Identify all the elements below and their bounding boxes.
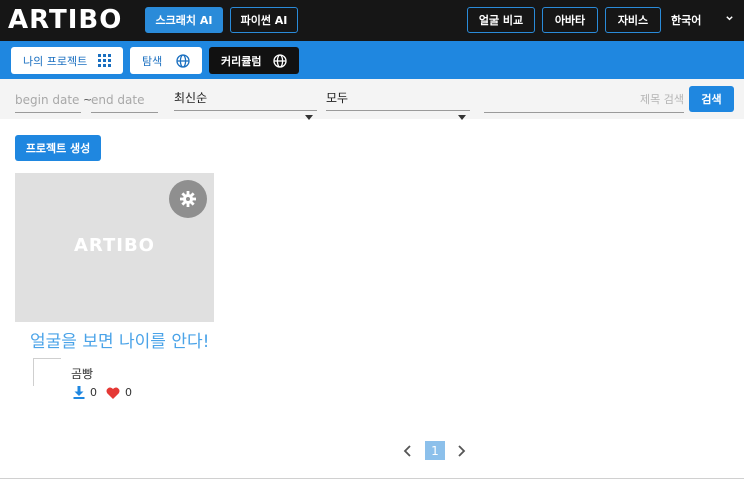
language-select[interactable]: 한국어 bbox=[671, 12, 701, 28]
author-name[interactable]: 곰빵 bbox=[71, 365, 93, 382]
logo-text: ARTIBO bbox=[8, 5, 123, 35]
project-title[interactable]: 얼굴을 보면 나이를 안다! bbox=[30, 327, 209, 352]
filter-bar: ~ 최신순 모두 검색 bbox=[0, 79, 744, 120]
download-count: 0 bbox=[73, 386, 97, 399]
explore-label: 탐색 bbox=[142, 54, 163, 68]
author-avatar[interactable] bbox=[33, 358, 61, 386]
project-thumbnail[interactable]: ARTIBO bbox=[15, 173, 214, 322]
explore-button[interactable]: 탐색 bbox=[130, 47, 202, 74]
footer-divider bbox=[0, 478, 744, 479]
create-project-button[interactable]: 프로젝트 생성 bbox=[15, 135, 101, 161]
download-icon bbox=[73, 386, 85, 399]
project-settings-button[interactable] bbox=[169, 180, 207, 218]
face-compare-button[interactable]: 얼굴 비교 bbox=[467, 7, 535, 33]
sort-caret-icon[interactable] bbox=[305, 115, 313, 120]
page-number-current[interactable]: 1 bbox=[425, 441, 445, 460]
download-count-value: 0 bbox=[90, 386, 97, 399]
category-select[interactable]: 모두 bbox=[326, 83, 470, 111]
curriculum-label: 커리큘럼 bbox=[221, 54, 262, 68]
my-projects-button[interactable]: 나의 프로젝트 bbox=[11, 47, 123, 74]
chevron-down-icon[interactable] bbox=[725, 14, 734, 23]
sort-selected-value: 최신순 bbox=[174, 91, 208, 105]
brand-logo[interactable]: ARTIBO bbox=[8, 5, 123, 35]
scratch-ai-button[interactable]: 스크래치 AI bbox=[145, 7, 223, 33]
previous-page-icon[interactable] bbox=[401, 444, 415, 458]
category-selected-value: 모두 bbox=[326, 91, 349, 105]
category-caret-icon[interactable] bbox=[458, 115, 466, 120]
like-count[interactable]: 0 bbox=[106, 386, 132, 399]
begin-date-input[interactable] bbox=[15, 87, 81, 113]
gear-icon bbox=[180, 191, 196, 207]
search-button[interactable]: 검색 bbox=[689, 86, 734, 112]
heart-icon[interactable] bbox=[106, 387, 120, 399]
globe-icon bbox=[176, 53, 190, 68]
like-count-value: 0 bbox=[125, 386, 132, 399]
python-ai-button[interactable]: 파이썬 AI bbox=[230, 7, 298, 33]
curriculum-button[interactable]: 커리큘럼 bbox=[209, 47, 299, 74]
thumbnail-logo: ARTIBO bbox=[74, 235, 155, 256]
next-page-icon[interactable] bbox=[454, 444, 468, 458]
my-projects-label: 나의 프로젝트 bbox=[23, 54, 88, 68]
title-search-input[interactable] bbox=[484, 87, 684, 113]
top-header: ARTIBO 스크래치 AI 파이썬 AI 얼굴 비교 아바타 자비스 한국어 bbox=[0, 0, 744, 41]
sub-navigation: 나의 프로젝트 탐색 커리큘럼 bbox=[0, 41, 744, 79]
end-date-input[interactable] bbox=[91, 87, 158, 113]
globe-icon bbox=[273, 53, 287, 68]
grid-icon bbox=[98, 54, 111, 67]
sort-select[interactable]: 최신순 bbox=[174, 83, 317, 111]
jarvis-button[interactable]: 자비스 bbox=[605, 7, 661, 33]
avatar-button[interactable]: 아바타 bbox=[542, 7, 598, 33]
